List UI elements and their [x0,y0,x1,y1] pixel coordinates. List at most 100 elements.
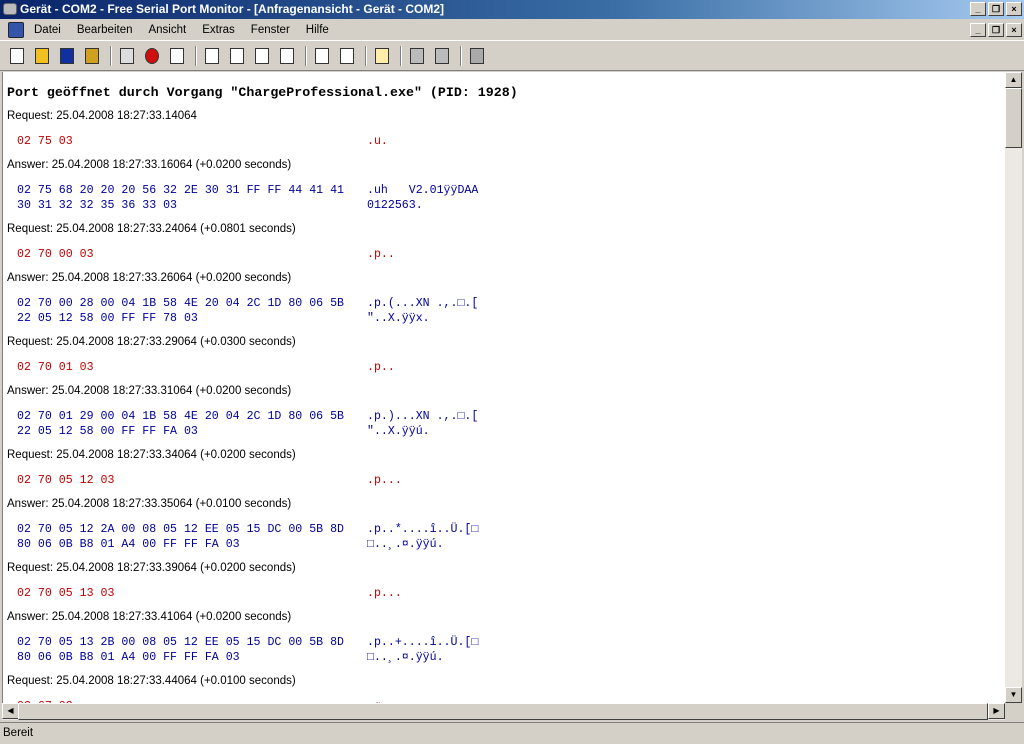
answer-data: 02 70 05 13 2B 00 08 05 12 EE 05 15 DC 0… [3,635,1005,665]
mdi-minimize-button[interactable]: _ [970,23,986,37]
mdi-close-button[interactable]: × [1006,23,1022,37]
hex-bytes: 22 05 12 58 00 FF FF FA 03 [17,425,198,438]
save-session-button[interactable] [226,45,248,67]
ascii-text: □..¸.¤.ÿÿú. [367,538,444,551]
data-line: 02 75 03 .u. [3,134,1005,149]
stop-icon [145,48,159,64]
scroll-thumb[interactable] [1005,88,1022,148]
answer-header: Answer: 25.04.2008 18:27:33.26064 (+0.02… [7,272,292,284]
ascii-text: .p..*....î..Ü.[□ [367,523,479,536]
save-button[interactable] [56,45,78,67]
toolbar-separator [400,46,402,66]
answer-header: Answer: 25.04.2008 18:27:33.35064 (+0.01… [7,498,292,510]
find-icon [315,48,329,64]
data-line: 02 70 00 03 .p.. [3,247,1005,262]
find-button[interactable] [311,45,333,67]
ascii-text: .p.. [367,248,395,261]
edit-button[interactable] [251,45,273,67]
start-button[interactable] [116,45,138,67]
edit-icon [255,48,269,64]
hex-bytes: 02 70 05 13 2B 00 08 05 12 EE 05 15 DC 0… [17,636,344,649]
close-button[interactable]: × [1006,2,1022,16]
new-session-icon [205,48,219,64]
menu-extras[interactable]: Extras [202,24,235,36]
help-button[interactable] [371,45,393,67]
request-data: 02 70 01 03 .p.. [3,360,1005,375]
restore-button[interactable]: ❐ [988,2,1004,16]
data-line: 02 70 01 29 00 04 1B 58 4E 20 04 2C 1D 8… [3,409,1005,424]
open-button[interactable] [31,45,53,67]
scroll-left-button[interactable]: ◀ [2,703,19,719]
ascii-text: "..X.ÿÿx. [367,312,430,325]
copy-button[interactable] [166,45,188,67]
hex-bytes: 02 70 00 03 [17,248,94,261]
ascii-text: "..X.ÿÿú. [367,425,430,438]
find-next-button[interactable] [336,45,358,67]
ascii-text: .p.. [367,361,395,374]
app-icon [3,3,17,15]
delete-icon [280,48,294,64]
status-text: Bereit [3,727,34,739]
lock-button[interactable] [406,45,428,67]
hex-bytes: 80 06 0B B8 01 A4 00 FF FF FA 03 [17,651,240,664]
menu-bar: Datei Bearbeiten Ansicht Extras Fenster … [0,20,1024,41]
document-icon[interactable] [8,22,24,38]
new-icon [10,48,24,64]
answer-header: Answer: 25.04.2008 18:27:33.31064 (+0.02… [7,385,292,397]
package-button[interactable] [81,45,103,67]
data-line: 02 70 00 28 00 04 1B 58 4E 20 04 2C 1D 8… [3,296,1005,311]
menu-datei[interactable]: Datei [34,24,61,36]
hex-bytes: 02 70 01 03 [17,361,94,374]
device-button[interactable] [466,45,488,67]
hex-bytes: 02 70 00 28 00 04 1B 58 4E 20 04 2C 1D 8… [17,297,344,310]
delete-button[interactable] [276,45,298,67]
new-session-button[interactable] [201,45,223,67]
stop-button[interactable] [141,45,163,67]
scroll-right-button[interactable]: ▶ [988,703,1005,719]
status-bar: Bereit [0,722,1024,744]
request-header: Request: 25.04.2008 18:27:33.34064 (+0.0… [7,449,296,461]
horizontal-scrollbar[interactable]: ◀ ▶ [2,703,1005,720]
menu-hilfe[interactable]: Hilfe [306,24,329,36]
new-button[interactable] [6,45,28,67]
hex-bytes: 02 70 05 12 03 [17,474,115,487]
menu-fenster[interactable]: Fenster [251,24,290,36]
hex-bytes: 02 70 05 12 2A 00 08 05 12 EE 05 15 DC 0… [17,523,344,536]
hex-bytes: 02 75 03 [17,135,73,148]
scroll-up-button[interactable]: ▲ [1005,72,1022,88]
lock-icon [410,48,424,64]
answer-data: 02 70 01 29 00 04 1B 58 4E 20 04 2C 1D 8… [3,409,1005,439]
horizontal-scroll-thumb[interactable] [18,703,988,720]
answer-header: Answer: 25.04.2008 18:27:33.41064 (+0.02… [7,611,292,623]
ascii-text: .p... [367,587,402,600]
menu-ansicht[interactable]: Ansicht [148,24,186,36]
menu-bearbeiten[interactable]: Bearbeiten [77,24,133,36]
ascii-text: .uh V2.01ÿÿDAA [367,184,479,197]
ascii-text: .p.(...XN .,.□.[ [367,297,479,310]
ascii-text: .u. [367,135,388,148]
vertical-scrollbar[interactable]: ▲ ▼ [1005,72,1022,703]
answer-data: 02 70 05 12 2A 00 08 05 12 EE 05 15 DC 0… [3,522,1005,552]
data-line: 80 06 0B B8 01 A4 00 FF FF FA 03 □..¸.¤.ÿ… [3,537,1005,552]
data-line: 02 75 68 20 20 20 56 32 2E 30 31 FF FF 4… [3,183,1005,198]
request-data: 02 70 00 03 .p.. [3,247,1005,262]
request-header: Request: 25.04.2008 18:27:33.14064 [7,110,197,122]
device-icon [470,48,484,64]
request-header: Request: 25.04.2008 18:27:33.24064 (+0.0… [7,223,296,235]
request-header: Request: 25.04.2008 18:27:33.29064 (+0.0… [7,336,296,348]
scroll-down-button[interactable]: ▼ [1005,687,1022,703]
data-line: 30 31 32 32 35 36 33 03 0122563. [3,198,1005,213]
toolbar-separator [110,46,112,66]
minimize-button[interactable]: _ [970,2,986,16]
request-view: Port geöffnet durch Vorgang "ChargeProfe… [2,72,1005,703]
package-icon [85,48,99,64]
help-icon [375,48,389,64]
request-data: 02 70 05 13 03 .p... [3,586,1005,601]
toolbar-separator [460,46,462,66]
request-data: 02 70 05 12 03 .p... [3,473,1005,488]
unlock-button[interactable] [431,45,453,67]
mdi-restore-button[interactable]: ❐ [988,23,1004,37]
unlock-icon [435,48,449,64]
ascii-text: .p..+....î..Ü.[□ [367,636,479,649]
start-icon [120,48,134,64]
